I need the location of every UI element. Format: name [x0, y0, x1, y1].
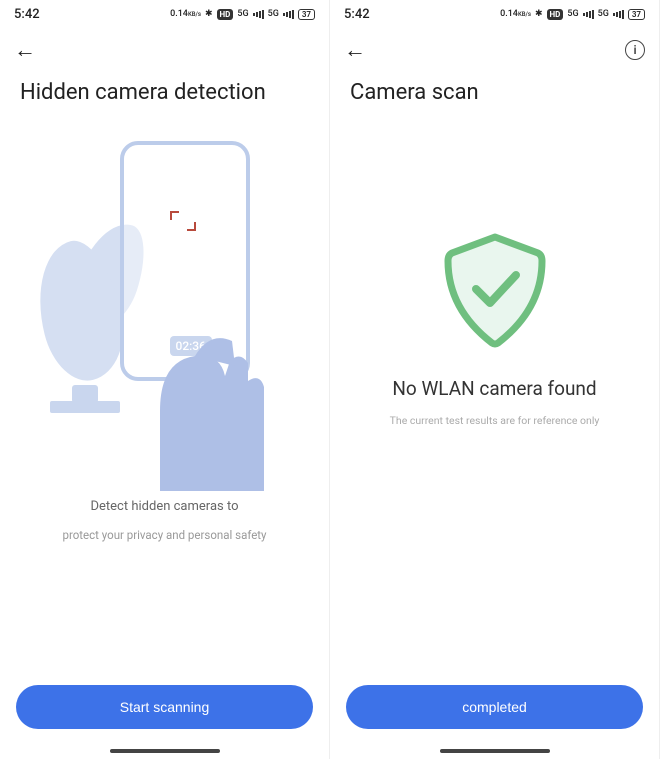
status-bar: 5:42 0.14KB/s ✱ HD 5G 5G 37: [0, 0, 329, 28]
info-icon[interactable]: i: [625, 40, 645, 60]
content-area: 02:36 Detect hidden cameras to protect y…: [0, 111, 329, 685]
back-icon[interactable]: ←: [14, 37, 36, 63]
home-indicator[interactable]: [440, 749, 550, 753]
app-bar: ← i: [330, 28, 659, 72]
status-right: 0.14KB/s ✱ HD 5G 5G 37: [500, 9, 645, 20]
hd-badge: HD: [547, 9, 564, 20]
content-area: No WLAN camera found The current test re…: [330, 111, 659, 685]
description-line-1: Detect hidden cameras to: [90, 499, 238, 514]
hd-badge: HD: [217, 9, 234, 20]
shield-check-icon: [440, 231, 550, 351]
plant-pot-icon: [50, 401, 120, 413]
status-bar: 5:42 0.14KB/s ✱ HD 5G 5G 37: [330, 0, 659, 28]
description-line-2: protect your privacy and personal safety: [62, 528, 266, 542]
network-label-2: 5G: [268, 9, 279, 19]
result-subtitle: The current test results are for referen…: [390, 414, 600, 427]
hand-icon: [140, 321, 280, 491]
network-label-1: 5G: [237, 9, 248, 19]
result-illustration: No WLAN camera found The current test re…: [390, 231, 600, 427]
bluetooth-icon: ✱: [205, 9, 213, 19]
signal-icon: [283, 9, 294, 19]
signal-icon: [253, 9, 264, 19]
back-icon[interactable]: ←: [344, 37, 366, 63]
status-right: 0.14KB/s ✱ HD 5G 5G 37: [170, 9, 315, 20]
result-title: No WLAN camera found: [392, 377, 596, 400]
page-title: Camera scan: [330, 72, 659, 111]
screen-camera-scan-result: 5:42 0.14KB/s ✱ HD 5G 5G 37 ← i Camera s…: [330, 0, 660, 759]
status-time: 5:42: [14, 7, 40, 22]
signal-icon: [613, 9, 624, 19]
bluetooth-icon: ✱: [535, 9, 543, 19]
viewfinder-icon: [170, 211, 196, 231]
battery-icon: 37: [298, 9, 315, 20]
start-scanning-button[interactable]: Start scanning: [16, 685, 313, 729]
page-title: Hidden camera detection: [0, 72, 329, 111]
illustration-phone-scan: 02:36: [50, 141, 280, 471]
status-time: 5:42: [344, 7, 370, 22]
home-indicator[interactable]: [110, 749, 220, 753]
network-label-2: 5G: [598, 9, 609, 19]
signal-icon: [583, 9, 594, 19]
network-label-1: 5G: [567, 9, 578, 19]
network-speed: 0.14KB/s: [170, 9, 201, 19]
app-bar: ←: [0, 28, 329, 72]
battery-icon: 37: [628, 9, 645, 20]
screen-hidden-camera-detection: 5:42 0.14KB/s ✱ HD 5G 5G 37 ← Hidden cam…: [0, 0, 330, 759]
completed-button[interactable]: completed: [346, 685, 643, 729]
network-speed: 0.14KB/s: [500, 9, 531, 19]
